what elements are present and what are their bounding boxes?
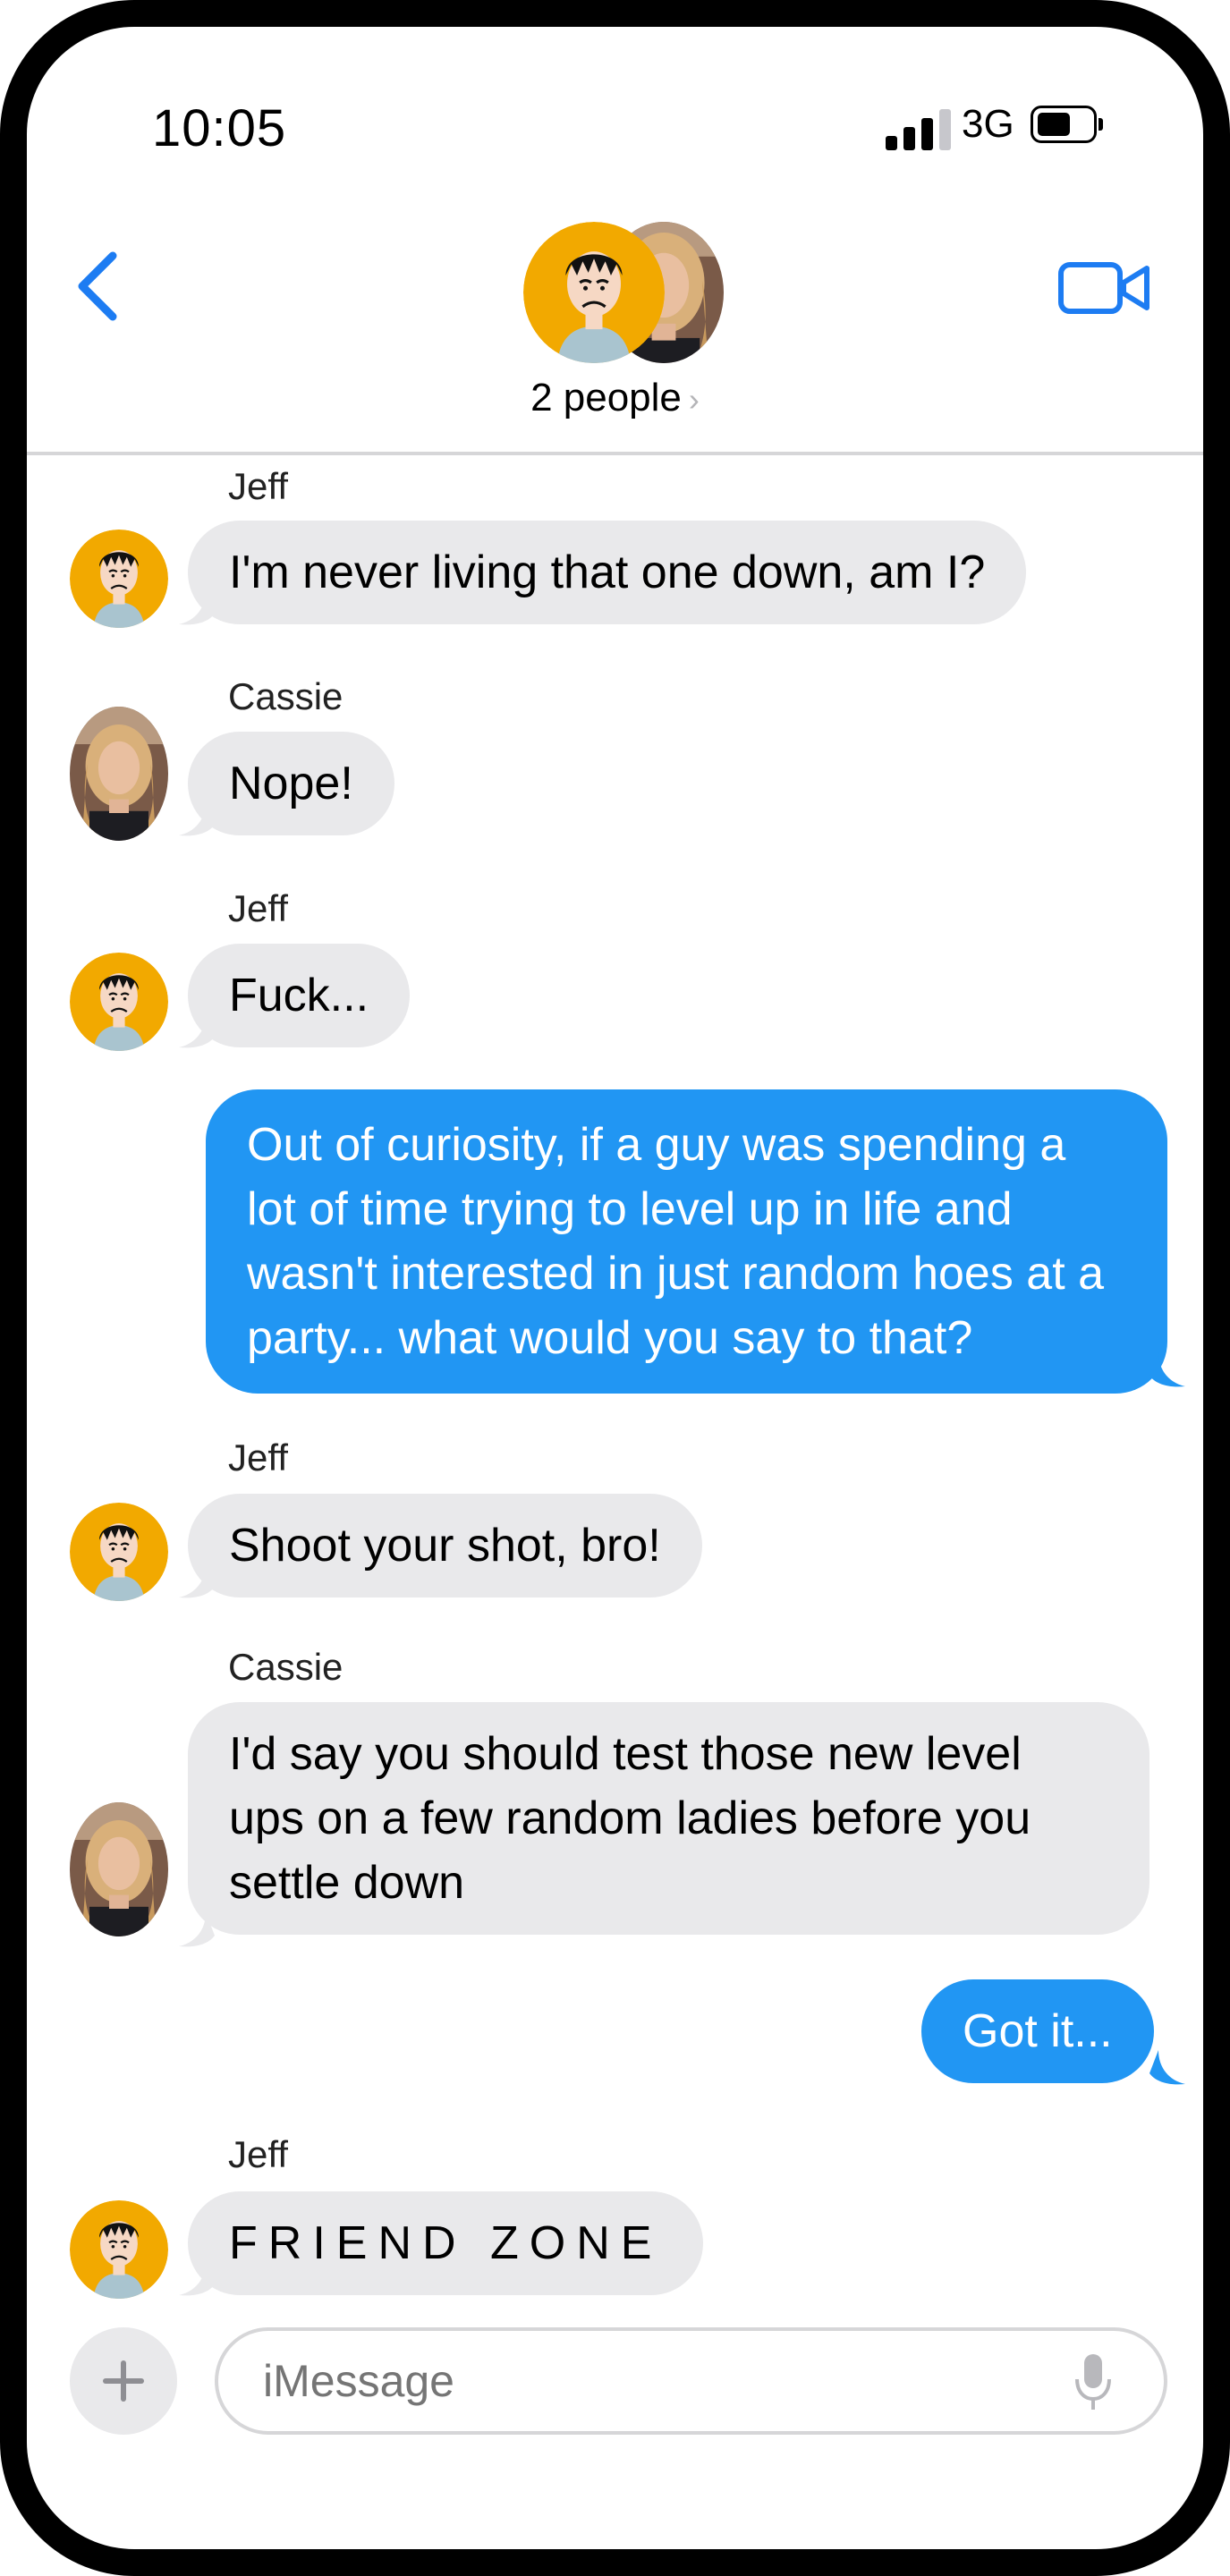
message-bubble-incoming[interactable]: I'm never living that one down, am I? [188, 521, 1027, 624]
bubble-tail [1149, 2050, 1185, 2085]
message-bubble-incoming[interactable]: Shoot your shot, bro! [188, 1494, 702, 1597]
status-time: 10:05 [152, 99, 287, 157]
jeff-avatar [70, 530, 168, 628]
message-bubble-incoming[interactable]: Nope! [188, 732, 394, 835]
back-chevron-icon[interactable] [63, 242, 134, 331]
message-bubble-incoming[interactable]: FRIEND ZONE [188, 2191, 704, 2295]
message-text: Fuck... [229, 970, 369, 1021]
message-text: Nope! [229, 758, 353, 809]
imessage-input[interactable] [215, 2327, 1167, 2435]
plus-icon[interactable] [70, 2327, 177, 2435]
message-text: Out of curiosity, if a guy was spending … [247, 1119, 1105, 1364]
message-text: I'd say you should test those new level … [229, 1728, 1031, 1909]
chevron-right-icon: › [688, 381, 700, 418]
group-member-count: 2 people [530, 376, 682, 419]
phone-screen: 10:05 3G 2 people › Jeff I'm never livin… [0, 0, 1230, 2576]
video-call-icon[interactable] [1056, 252, 1154, 324]
jeff-avatar [70, 953, 168, 1051]
bubble-tail [179, 1563, 215, 1598]
network-type: 3G [962, 102, 1014, 146]
message-bubble-incoming[interactable]: I'd say you should test those new level … [188, 1702, 1149, 1935]
message-text: FRIEND ZONE [229, 2217, 663, 2269]
bubble-tail [179, 801, 215, 836]
sender-name: Jeff [228, 887, 288, 929]
status-bar: 10:05 3G [27, 27, 1203, 188]
bubble-tail [179, 590, 215, 625]
cassie-avatar [70, 1802, 168, 1936]
cellular-signal-icon [886, 109, 954, 150]
jeff-avatar [523, 222, 665, 363]
message-bubble-outgoing[interactable]: Out of curiosity, if a guy was spending … [206, 1089, 1167, 1394]
jeff-avatar [70, 2200, 168, 2299]
microphone-icon[interactable] [1073, 2352, 1113, 2415]
bubble-tail [179, 2261, 215, 2296]
group-info-button[interactable]: 2 people › [27, 376, 1203, 420]
bubble-tail [1149, 1352, 1185, 1387]
cassie-avatar [70, 707, 168, 841]
sender-name: Jeff [228, 2133, 288, 2175]
jeff-avatar [70, 1503, 168, 1601]
battery-icon [1031, 106, 1103, 143]
message-text: Shoot your shot, bro! [229, 1520, 661, 1572]
sender-name: Cassie [228, 1646, 344, 1688]
bubble-tail [179, 1013, 215, 1048]
sender-name: Jeff [228, 1436, 288, 1479]
bubble-tail [179, 1912, 215, 1947]
message-composer [27, 2317, 1203, 2451]
message-bubble-incoming[interactable]: Fuck... [188, 944, 411, 1047]
phone-frame: 10:05 3G 2 people › Jeff I'm never livin… [0, 0, 1230, 2576]
message-text: Got it... [963, 2005, 1113, 2057]
group-avatar-stack[interactable] [523, 222, 725, 365]
sender-name: Cassie [228, 675, 344, 717]
message-text: I'm never living that one down, am I? [229, 547, 986, 598]
conversation-header: 2 people › [27, 188, 1203, 455]
sender-name: Jeff [228, 465, 288, 507]
message-bubble-outgoing[interactable]: Got it... [921, 1979, 1154, 2083]
